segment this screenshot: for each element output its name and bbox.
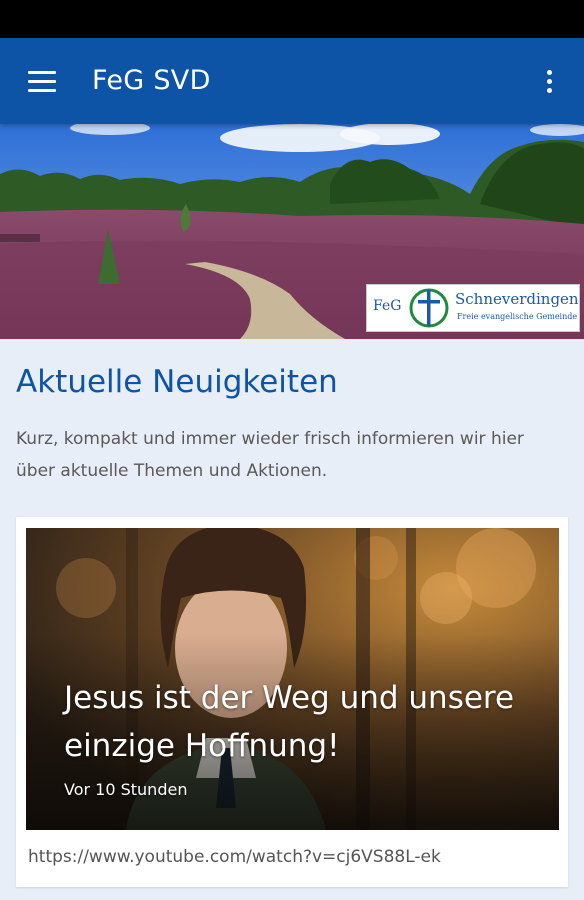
- menu-line: [28, 71, 56, 74]
- news-card-url[interactable]: https://www.youtube.com/watch?v=cj6VS88L…: [28, 847, 441, 867]
- hamburger-menu-icon[interactable]: [12, 59, 56, 103]
- menu-dot: [547, 88, 552, 93]
- status-bar: [0, 0, 584, 38]
- cross-icon: [409, 288, 449, 328]
- menu-line: [28, 89, 56, 92]
- logo-subtitle: Freie evangelische Gemeinde: [457, 312, 578, 321]
- menu-line: [28, 80, 56, 83]
- logo-name: Schneverdingen: [455, 290, 579, 308]
- church-logo: FeG Schneverdingen Freie evangelische Ge…: [366, 284, 580, 332]
- news-card[interactable]: Jesus ist der Weg und unsere einzige Hof…: [16, 517, 568, 887]
- news-card-title: Jesus ist der Weg und unsere einzige Hof…: [64, 680, 515, 764]
- more-vertical-icon[interactable]: [532, 64, 568, 100]
- app-bar: FeG SVD: [0, 38, 584, 124]
- news-card-time: Vor 10 Stunden: [64, 780, 188, 799]
- menu-dot: [547, 79, 552, 84]
- section-title: Aktuelle Neuigkeiten: [16, 364, 338, 400]
- news-card-image: Jesus ist der Weg und unsere einzige Hof…: [26, 528, 559, 830]
- section-description: Kurz, kompakt und immer wieder frisch in…: [16, 429, 524, 481]
- menu-dot: [547, 70, 552, 75]
- app-title: FeG SVD: [92, 65, 211, 96]
- hero-banner: FeG Schneverdingen Freie evangelische Ge…: [0, 124, 584, 339]
- logo-short-name: FeG: [373, 298, 402, 314]
